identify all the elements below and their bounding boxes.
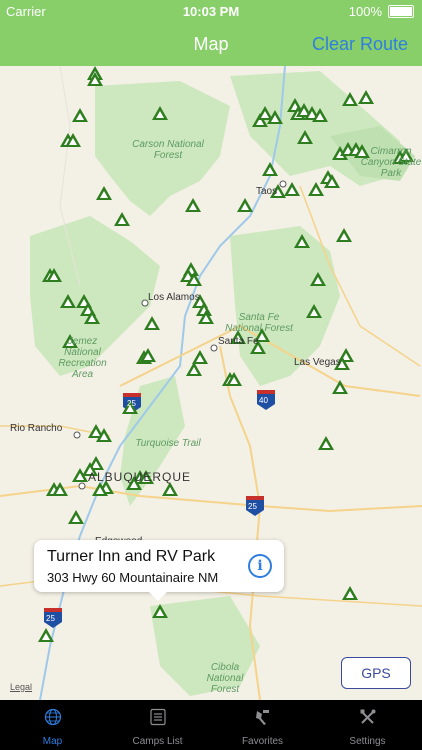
campground-marker-icon[interactable] [308, 182, 324, 196]
tab-bar: Map Camps List Favorites Settings [0, 700, 422, 750]
campground-marker-icon[interactable] [38, 628, 54, 642]
map-canvas [0, 66, 422, 700]
map-view[interactable]: 25 40 25 25 Carson National Forest Santa… [0, 66, 422, 700]
region-label: Jemez National Recreation Area [58, 336, 107, 380]
campground-marker-icon[interactable] [185, 198, 201, 212]
campground-marker-icon[interactable] [144, 316, 160, 330]
callout-pointer [148, 591, 168, 601]
favorites-icon [256, 710, 269, 725]
clear-route-button[interactable]: Clear Route [312, 34, 408, 55]
tab-camps-list[interactable]: Camps List [105, 700, 210, 750]
campground-marker-icon[interactable] [318, 436, 334, 450]
gps-button[interactable]: GPS [341, 657, 411, 689]
campground-marker-icon[interactable] [342, 586, 358, 600]
campground-marker-icon[interactable] [162, 482, 178, 496]
campground-marker-icon[interactable] [192, 350, 208, 364]
campground-marker-icon[interactable] [68, 510, 84, 524]
campground-marker-icon[interactable] [72, 108, 88, 122]
status-bar: Carrier 10:03 PM 100% [0, 0, 422, 22]
region-label: Santa Fe National Forest [225, 312, 293, 334]
campground-callout[interactable]: Turner Inn and RV Park 303 Hwy 60 Mounta… [34, 540, 284, 592]
campground-marker-icon[interactable] [262, 162, 278, 176]
campground-marker-icon[interactable] [358, 90, 374, 104]
tab-label: Camps List [132, 736, 183, 747]
battery-icon [388, 5, 414, 18]
region-label: Cimarron Canyon State Park [360, 146, 422, 179]
region-label: Cibola National Forest [206, 662, 244, 695]
city-label: Taos [256, 186, 278, 197]
city-label: ALBUQUERQUE [88, 470, 192, 484]
callout-title: Turner Inn and RV Park [47, 548, 216, 565]
navigation-bar: Map Clear Route [0, 22, 422, 66]
legal-link[interactable]: Legal [10, 682, 32, 692]
callout-address: 303 Hwy 60 Mountainaire NM [47, 570, 219, 585]
tools-icon [360, 709, 376, 724]
region-label: Turquoise Trail [135, 438, 201, 449]
campground-marker-icon[interactable] [336, 228, 352, 242]
highway-number: 40 [259, 396, 268, 405]
city-label: Santa Fe [218, 336, 259, 347]
campground-marker-icon[interactable] [96, 186, 112, 200]
campground-marker-icon[interactable] [237, 198, 253, 212]
battery-percent: 100% [348, 4, 382, 19]
highway-number: 25 [127, 399, 136, 408]
city-label: Rio Rancho [10, 423, 63, 434]
tab-label: Map [42, 736, 63, 747]
tab-label: Settings [349, 736, 386, 747]
highway-number: 25 [46, 614, 55, 623]
city-label: Los Alamos [148, 292, 200, 303]
campground-marker-icon[interactable] [114, 212, 130, 226]
campground-marker-icon[interactable] [186, 362, 202, 376]
highway-number: 25 [248, 502, 257, 511]
info-icon[interactable]: i [248, 554, 272, 578]
city-label: Las Vegas [294, 357, 341, 368]
tab-settings[interactable]: Settings [315, 700, 420, 750]
globe-icon [44, 708, 62, 726]
region-label: Carson National Forest [132, 139, 204, 161]
tab-label: Favorites [241, 736, 284, 747]
tab-map[interactable]: Map [0, 700, 105, 750]
tab-favorites[interactable]: Favorites [210, 700, 315, 750]
list-icon [150, 708, 166, 726]
